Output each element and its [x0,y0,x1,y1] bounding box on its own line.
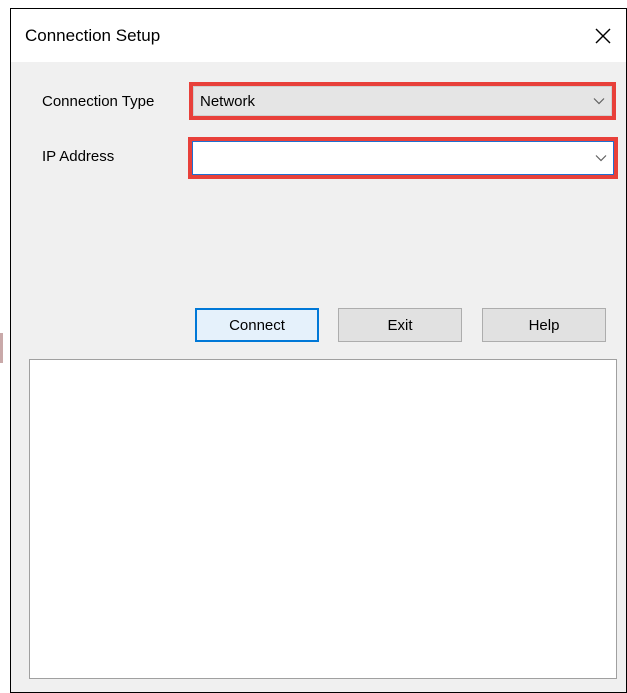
connection-type-select[interactable]: Network [193,86,612,116]
help-button[interactable]: Help [482,308,606,342]
exit-button[interactable]: Exit [338,308,462,342]
window-title: Connection Setup [25,26,161,45]
close-icon [595,28,611,43]
connection-type-value: Network [200,93,256,110]
ip-address-label: IP Address [42,148,115,165]
title-bar: Connection Setup [11,9,626,62]
chevron-down-icon [593,98,605,105]
connection-setup-dialog: Connection Setup Connection Type Network… [10,8,627,693]
output-log-textarea[interactable] [29,359,617,679]
screen-top-strip [0,0,627,8]
connect-button[interactable]: Connect [195,308,319,342]
connection-type-label: Connection Type [42,93,155,110]
ip-address-combobox[interactable] [192,141,614,175]
close-button[interactable] [580,9,626,62]
background-edge [0,333,3,363]
chevron-down-icon [595,155,607,162]
